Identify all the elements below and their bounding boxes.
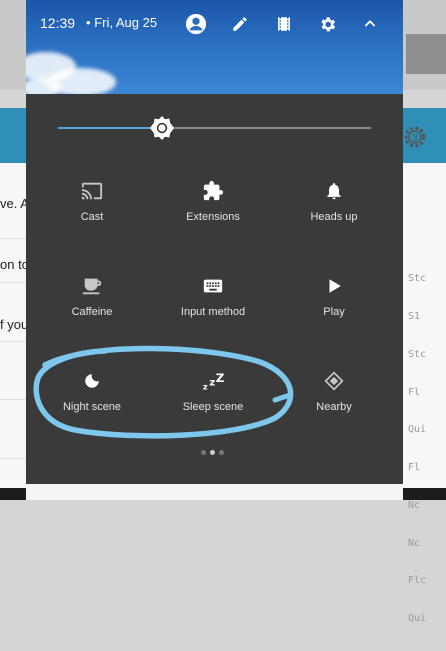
settings-icon[interactable]	[315, 12, 339, 36]
background-gear-icon: 3	[404, 126, 426, 148]
tile-input-method[interactable]: Input method	[158, 274, 268, 344]
quick-settings-panel: 12:39 • Fri, Aug 25 Cast Extensions Head…	[26, 0, 403, 500]
tile-cast[interactable]: Cast	[37, 179, 147, 249]
divider	[0, 458, 26, 459]
play-icon	[322, 274, 346, 298]
tile-night-scene[interactable]: Night scene	[37, 369, 147, 439]
tile-sleep-scene[interactable]: zzZ Sleep scene	[158, 369, 268, 439]
code-line: Qui	[408, 613, 427, 625]
code-line: Fl	[408, 462, 421, 474]
tile-caffeine[interactable]: Caffeine	[37, 274, 147, 344]
bell-icon	[322, 179, 346, 203]
code-line: Nc	[408, 499, 421, 511]
page-dot[interactable]	[201, 450, 206, 455]
nearby-icon	[322, 369, 346, 393]
coffee-icon	[80, 274, 104, 298]
tile-label: Caffeine	[71, 306, 113, 318]
svg-text:Z: Z	[216, 371, 225, 385]
tile-label: Sleep scene	[182, 401, 244, 413]
background-badge: 3	[412, 133, 418, 144]
code-line: Fl	[408, 386, 421, 398]
wallpaper-cloud	[26, 78, 61, 94]
brightness-fill	[58, 127, 162, 129]
edit-icon[interactable]	[228, 12, 252, 36]
page-dot[interactable]	[219, 450, 224, 455]
cast-icon	[80, 179, 104, 203]
account-icon[interactable]	[184, 12, 208, 36]
background-snippet: on to	[0, 257, 29, 272]
tile-extensions[interactable]: Extensions	[158, 179, 268, 249]
tile-nearby[interactable]: Nearby	[279, 369, 389, 439]
code-line: Flc	[408, 575, 427, 587]
background-snippet: f you	[0, 317, 29, 332]
divider	[0, 341, 26, 342]
page-dot-active[interactable]	[210, 450, 215, 455]
code-line: S1	[408, 310, 421, 322]
tile-label: Cast	[80, 211, 104, 223]
tile-label: Input method	[180, 306, 246, 318]
keyboard-icon	[201, 274, 225, 298]
background-code-column: Stc S1 Stc Fl Qui Fl Nc Nc Flc Qui	[408, 248, 432, 651]
date: • Fri, Aug 25	[86, 15, 158, 30]
brightness-thumb-icon[interactable]	[149, 115, 175, 141]
moon-icon	[80, 369, 104, 393]
code-line: Qui	[408, 424, 427, 436]
film-icon[interactable]	[272, 12, 296, 36]
tile-label: Heads up	[310, 211, 358, 223]
divider	[0, 238, 26, 239]
collapse-icon[interactable]	[358, 12, 382, 36]
tile-label: Nearby	[316, 401, 352, 413]
tile-label: Extensions	[186, 211, 240, 223]
divider	[0, 399, 26, 400]
sleep-zzz-icon: zzZ	[201, 369, 225, 393]
code-line: Stc	[408, 348, 427, 360]
tile-heads-up[interactable]: Heads up	[279, 179, 389, 249]
background-app-button	[406, 34, 446, 74]
clock: 12:39	[40, 15, 76, 31]
tile-play[interactable]: Play	[279, 274, 389, 344]
puzzle-icon	[201, 179, 225, 203]
code-line: Stc	[408, 273, 427, 285]
tile-label: Night scene	[62, 401, 122, 413]
svg-text:z: z	[203, 381, 208, 391]
divider	[0, 282, 26, 283]
background-snippet: ve. A	[0, 196, 29, 211]
notification-card-edge	[26, 484, 403, 500]
tile-label: Play	[323, 306, 345, 318]
code-line: Nc	[408, 537, 421, 549]
quick-settings-header: 12:39 • Fri, Aug 25	[26, 0, 403, 94]
svg-text:z: z	[209, 378, 215, 389]
